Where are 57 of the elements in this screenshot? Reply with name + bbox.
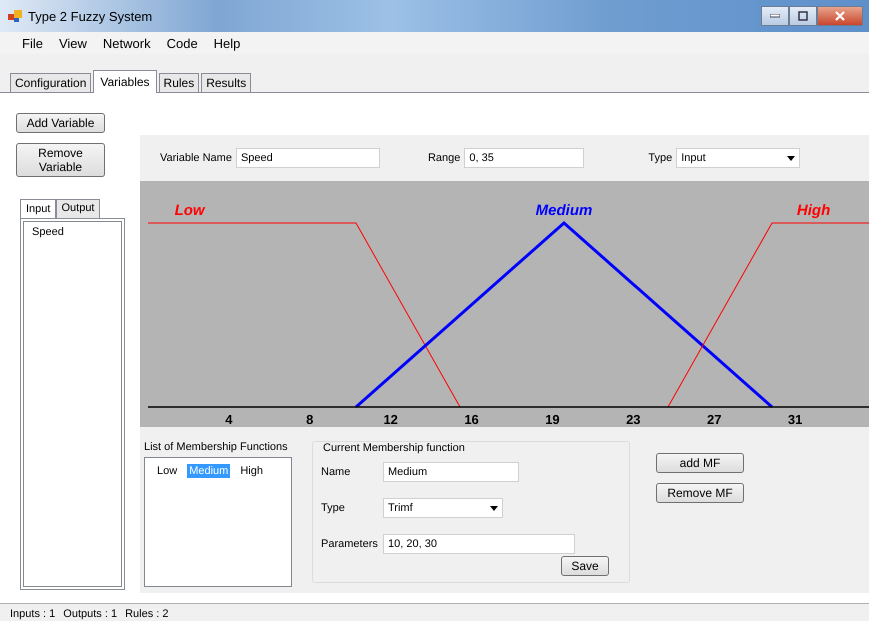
save-button[interactable]: Save bbox=[561, 556, 609, 576]
field-label: Name bbox=[321, 466, 352, 478]
close-button[interactable] bbox=[817, 6, 863, 26]
menu-item[interactable]: Network bbox=[94, 36, 159, 50]
tab[interactable]: Output bbox=[56, 199, 100, 218]
input-field[interactable]: Speed bbox=[236, 148, 380, 168]
menu-item[interactable]: Code bbox=[158, 36, 206, 50]
tab[interactable]: Input bbox=[20, 199, 56, 218]
variable-button[interactable]: Remove Variable bbox=[16, 143, 105, 177]
mf-button[interactable]: add MF bbox=[656, 453, 744, 473]
window-title: Type 2 Fuzzy System bbox=[28, 8, 152, 24]
tab[interactable]: Results bbox=[201, 73, 252, 92]
close-icon bbox=[835, 11, 845, 21]
list-item[interactable]: Low bbox=[155, 464, 180, 478]
caret-icon bbox=[787, 156, 796, 160]
status-text: Rules : 2 bbox=[125, 608, 168, 620]
maximize-icon bbox=[798, 11, 808, 21]
axis-tick-label: 27 bbox=[706, 412, 722, 427]
variable-button[interactable]: Add Variable bbox=[16, 113, 105, 133]
status-text: Outputs : 1 bbox=[63, 608, 118, 620]
maximize-button[interactable] bbox=[789, 6, 817, 26]
tab[interactable]: Rules bbox=[158, 73, 200, 92]
axis-tick-label: 23 bbox=[626, 412, 641, 427]
list-item[interactable]: High bbox=[238, 464, 265, 478]
series-label: Medium bbox=[536, 202, 592, 219]
menu-item[interactable]: View bbox=[50, 36, 95, 50]
field-label: Range bbox=[428, 152, 460, 164]
axis-tick-label: 16 bbox=[464, 412, 479, 427]
mf-button[interactable]: Remove MF bbox=[656, 483, 744, 503]
input-field[interactable]: 0, 35 bbox=[464, 148, 584, 168]
field-label: Type bbox=[321, 502, 346, 514]
caret-icon bbox=[490, 506, 498, 510]
group-title: Current Membership function bbox=[321, 442, 467, 454]
axis-tick-label: 8 bbox=[306, 412, 314, 427]
dropdown[interactable]: Input bbox=[676, 148, 800, 168]
minimize-button[interactable] bbox=[761, 6, 789, 26]
menu-item[interactable]: File bbox=[14, 36, 51, 50]
series-label: Low bbox=[174, 202, 205, 219]
field-label: Type bbox=[648, 152, 672, 164]
axis-tick-label: 12 bbox=[383, 412, 398, 427]
status-text: Inputs : 1 bbox=[10, 608, 56, 620]
dropdown[interactable]: Trimf bbox=[383, 498, 503, 518]
list-item[interactable]: Speed bbox=[30, 225, 66, 239]
minimize-icon bbox=[770, 14, 780, 18]
field-label: Variable Name bbox=[160, 152, 232, 164]
field-label: Parameters bbox=[321, 538, 379, 550]
axis-tick-label: 19 bbox=[545, 412, 560, 427]
list-title: List of Membership Functions bbox=[144, 441, 289, 453]
input-field[interactable]: 10, 20, 30 bbox=[383, 534, 575, 554]
input-field[interactable]: Medium bbox=[383, 462, 519, 482]
series-label: High bbox=[796, 202, 830, 219]
tab[interactable]: Configuration bbox=[10, 73, 92, 92]
menu-item[interactable]: Help bbox=[206, 36, 248, 50]
tab[interactable]: Variables bbox=[93, 70, 157, 93]
axis-tick-label: 31 bbox=[788, 412, 802, 427]
axis-tick-label: 4 bbox=[225, 412, 232, 427]
app-icon bbox=[8, 9, 22, 23]
